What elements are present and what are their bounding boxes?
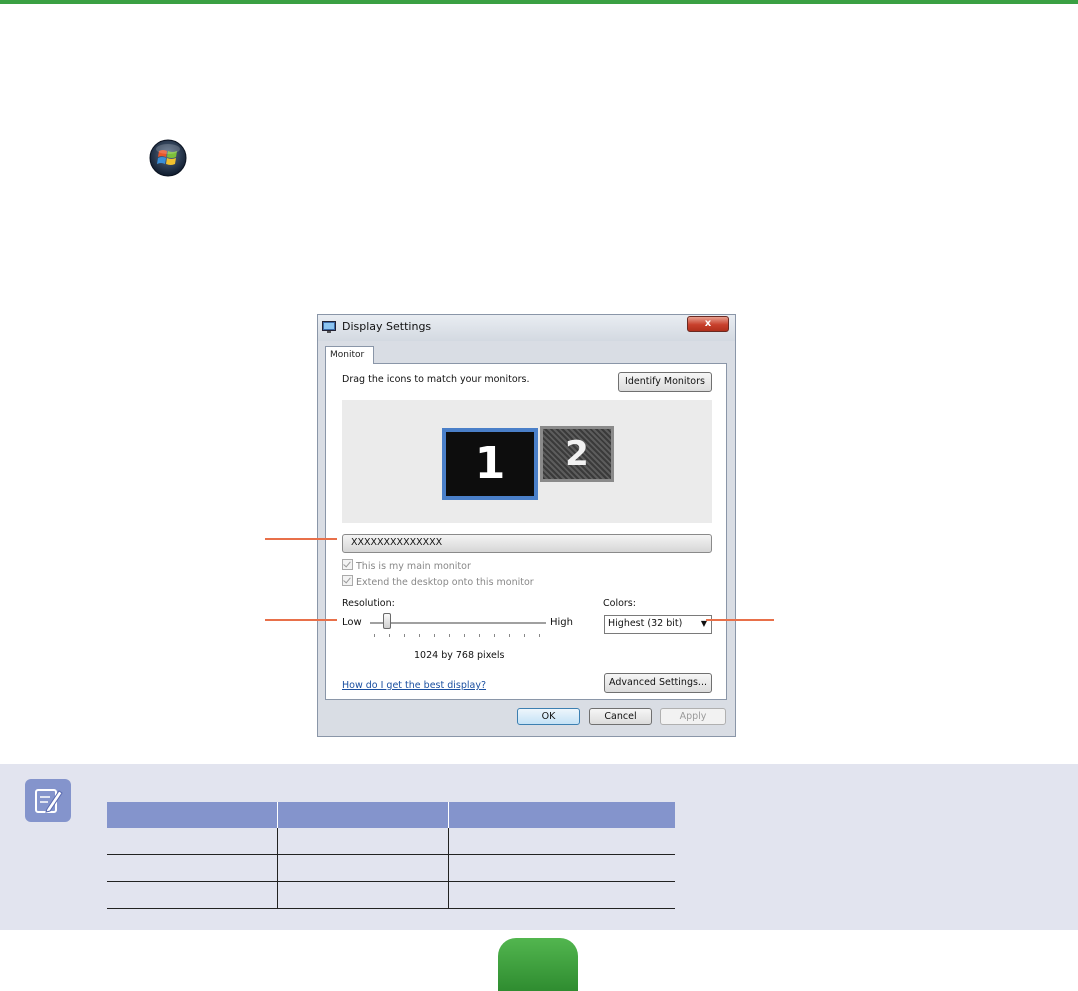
tab-monitor[interactable]: Monitor <box>325 346 374 364</box>
resolution-slider-track[interactable] <box>370 622 546 624</box>
drag-instruction: Drag the icons to match your monitors. <box>342 374 530 385</box>
dialog-title: Display Settings <box>342 320 432 333</box>
windows-start-orb-icon[interactable] <box>147 139 189 177</box>
callout-line-monitor <box>265 538 337 540</box>
slider-tick <box>389 634 390 637</box>
resolution-slider-thumb[interactable] <box>383 613 391 629</box>
display-settings-icon <box>322 321 336 333</box>
table-header-row <box>107 802 675 828</box>
resolution-label: Resolution: <box>342 598 395 609</box>
monitor-1-icon[interactable]: 1 <box>442 428 538 500</box>
main-monitor-checkbox: This is my main monitor <box>342 559 471 572</box>
colors-dropdown[interactable]: Highest (32 bit) ▼ <box>604 615 712 634</box>
slider-low-label: Low <box>342 617 362 628</box>
slider-tick <box>419 634 420 637</box>
extend-desktop-label: Extend the desktop onto this monitor <box>356 577 534 588</box>
slider-high-label: High <box>550 617 573 628</box>
monitor-panel: Drag the icons to match your monitors. I… <box>325 363 727 700</box>
colors-label: Colors: <box>603 598 636 609</box>
note-section <box>0 764 1078 930</box>
checkbox-checked-icon <box>342 575 353 586</box>
identify-monitors-button[interactable]: Identify Monitors <box>618 372 712 392</box>
best-display-help-link[interactable]: How do I get the best display? <box>342 680 486 691</box>
slider-tick <box>404 634 405 637</box>
dialog-titlebar[interactable]: Display Settings x <box>318 315 735 341</box>
monitor-arrangement-area: 1 2 <box>342 400 712 523</box>
slider-tick <box>464 634 465 637</box>
extend-desktop-checkbox: Extend the desktop onto this monitor <box>342 575 534 588</box>
slider-tick <box>494 634 495 637</box>
slider-tick <box>509 634 510 637</box>
table-row <box>107 828 675 855</box>
slider-tick <box>539 634 540 637</box>
display-settings-dialog: Display Settings x Monitor Drag the icon… <box>317 314 736 737</box>
close-button[interactable]: x <box>687 316 729 332</box>
monitor-dropdown[interactable]: XXXXXXXXXXXXXX <box>342 534 712 553</box>
table-row <box>107 881 675 909</box>
monitor-dropdown-value: XXXXXXXXXXXXXX <box>351 537 443 548</box>
table-row <box>107 854 675 882</box>
resolution-value: 1024 by 768 pixels <box>414 650 505 661</box>
monitor-2-number: 2 <box>543 429 611 479</box>
main-monitor-label: This is my main monitor <box>356 561 471 572</box>
slider-tick <box>374 634 375 637</box>
checkbox-checked-icon <box>342 559 353 570</box>
page-number-tab <box>498 938 578 991</box>
advanced-settings-button[interactable]: Advanced Settings... <box>604 673 712 693</box>
slider-tick <box>479 634 480 637</box>
slider-tick <box>449 634 450 637</box>
apply-button: Apply <box>660 708 726 725</box>
note-table <box>107 802 675 909</box>
slider-tick <box>524 634 525 637</box>
monitor-1-number: 1 <box>446 432 534 496</box>
monitor-2-icon[interactable]: 2 <box>540 426 614 482</box>
close-icon: x <box>704 318 712 329</box>
note-pencil-icon <box>25 779 71 822</box>
top-green-bar <box>0 0 1078 4</box>
ok-button[interactable]: OK <box>517 708 580 725</box>
callout-line-resolution <box>265 619 337 621</box>
slider-tick <box>434 634 435 637</box>
tab-monitor-label: Monitor <box>330 350 365 360</box>
colors-dropdown-value: Highest (32 bit) <box>608 618 683 629</box>
callout-line-colors <box>706 619 774 621</box>
cancel-button[interactable]: Cancel <box>589 708 652 725</box>
